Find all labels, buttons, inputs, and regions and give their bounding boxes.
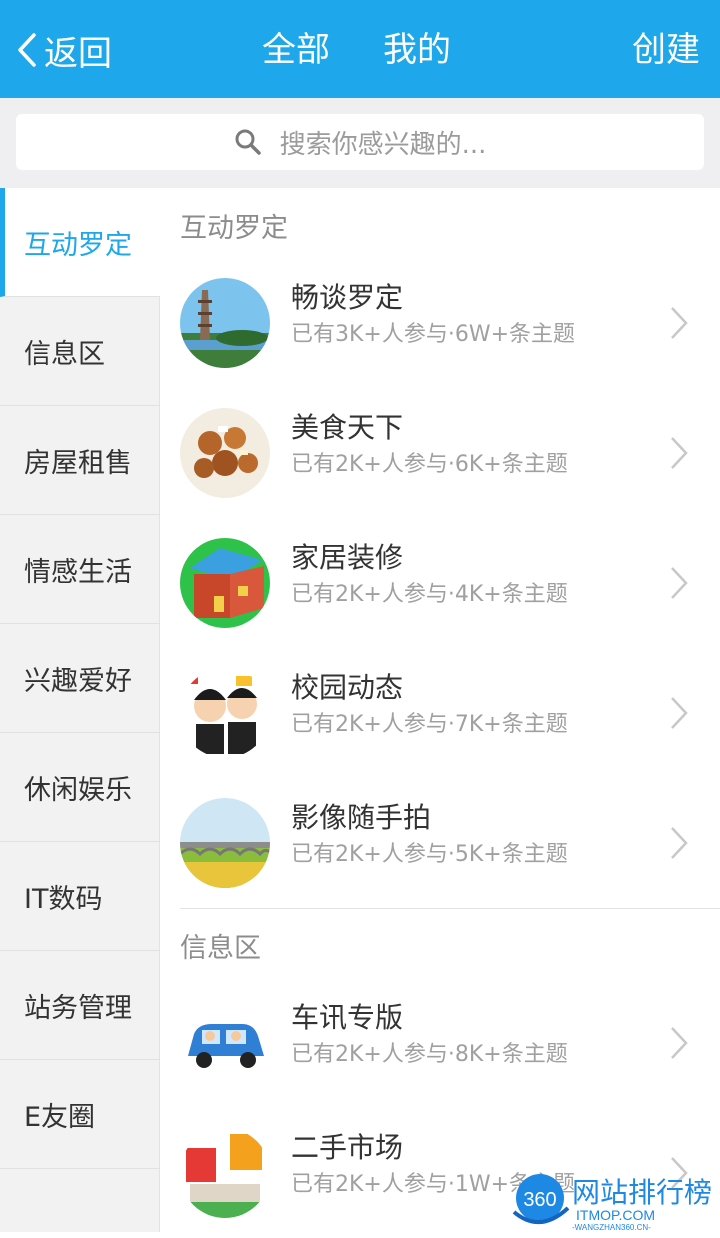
- forum-row[interactable]: 畅谈罗定 已有3K+人参与·6W+条主题: [180, 258, 720, 388]
- watermark-badge: 360: [523, 1189, 556, 1211]
- house-icon: [180, 538, 270, 628]
- forum-title: 校园动态: [291, 671, 404, 704]
- students-icon: [180, 668, 270, 758]
- forum-row[interactable]: 美食天下 已有2K+人参与·6K+条主题: [180, 388, 720, 518]
- chevron-right-icon: [671, 1027, 688, 1059]
- category-sidebar: 互动罗定 信息区 房屋租售 情感生活 兴趣爱好 休闲娱乐 IT数码 站务管理 E…: [0, 188, 161, 1232]
- section-title: 信息区: [180, 933, 261, 964]
- top-nav-bar: 返回 全部 我的 创建: [0, 0, 720, 98]
- forum-list: 互动罗定 畅谈罗定 已有3K+人参与·6W+条主题 美食天下 已有2K+人参与·…: [160, 188, 720, 1232]
- food-photo-icon: [180, 408, 270, 498]
- forum-title: 畅谈罗定: [291, 281, 404, 314]
- market-icon: [180, 1128, 270, 1218]
- back-label: 返回: [44, 33, 112, 74]
- watermark-url: -WANGZHAN360.CN-: [572, 1223, 651, 1232]
- sidebar-item-leisure[interactable]: 休闲娱乐: [0, 733, 160, 842]
- chevron-right-icon: [671, 307, 688, 339]
- sidebar-item-housing[interactable]: 房屋租售: [0, 406, 160, 515]
- forum-stats: 已有2K+人参与·6K+条主题: [291, 452, 568, 477]
- forum-title: 家居装修: [291, 541, 404, 574]
- forum-row[interactable]: 校园动态 已有2K+人参与·7K+条主题: [180, 648, 720, 778]
- chevron-right-icon: [671, 437, 688, 469]
- chevron-left-icon: [18, 33, 36, 67]
- forum-row[interactable]: 车讯专版 已有2K+人参与·8K+条主题: [180, 978, 720, 1108]
- sidebar-item-e-circle[interactable]: E友圈: [0, 1060, 160, 1169]
- sidebar-item-hobbies[interactable]: 兴趣爱好: [0, 624, 160, 733]
- forum-stats: 已有2K+人参与·4K+条主题: [291, 582, 568, 607]
- search-bar: 搜索你感兴趣的...: [0, 98, 720, 188]
- forum-title: 车讯专版: [291, 1001, 404, 1034]
- section-divider: [180, 908, 720, 909]
- create-button[interactable]: 创建: [632, 26, 700, 74]
- forum-stats: 已有3K+人参与·6W+条主题: [291, 322, 576, 347]
- chevron-right-icon: [671, 697, 688, 729]
- search-input[interactable]: 搜索你感兴趣的...: [16, 114, 704, 170]
- search-placeholder: 搜索你感兴趣的...: [279, 129, 487, 160]
- sidebar-item-hudong-luoding[interactable]: 互动罗定: [0, 188, 161, 297]
- tab-all[interactable]: 全部: [262, 26, 330, 74]
- pagoda-photo-icon: [180, 278, 270, 368]
- sidebar-item-info[interactable]: 信息区: [0, 297, 160, 406]
- forum-title: 影像随手拍: [291, 801, 432, 834]
- watermark-logo: 360 网站排行榜 ITMOP.COM -WANGZHAN360.CN-: [506, 1168, 720, 1232]
- bridge-photo-icon: [180, 798, 270, 888]
- chevron-right-icon: [671, 567, 688, 599]
- chevron-right-icon: [671, 827, 688, 859]
- watermark-text: 网站排行榜: [572, 1176, 712, 1209]
- search-icon: [235, 129, 261, 155]
- sidebar-item-emotion[interactable]: 情感生活: [0, 515, 160, 624]
- forum-row[interactable]: 影像随手拍 已有2K+人参与·5K+条主题: [180, 778, 720, 908]
- forum-title: 美食天下: [291, 411, 404, 444]
- forum-row[interactable]: 家居装修 已有2K+人参与·4K+条主题: [180, 518, 720, 648]
- tab-mine[interactable]: 我的: [383, 26, 451, 74]
- watermark-brand: ITMOP.COM: [576, 1207, 655, 1223]
- forum-stats: 已有2K+人参与·7K+条主题: [291, 712, 568, 737]
- section-title: 互动罗定: [180, 213, 288, 244]
- sidebar-item-it[interactable]: IT数码: [0, 842, 160, 951]
- sidebar-item-site-admin[interactable]: 站务管理: [0, 951, 160, 1060]
- forum-stats: 已有2K+人参与·8K+条主题: [291, 1042, 568, 1067]
- forum-title: 二手市场: [291, 1131, 404, 1164]
- car-icon: [180, 998, 270, 1088]
- forum-stats: 已有2K+人参与·5K+条主题: [291, 842, 568, 867]
- back-button[interactable]: 返回: [16, 26, 112, 74]
